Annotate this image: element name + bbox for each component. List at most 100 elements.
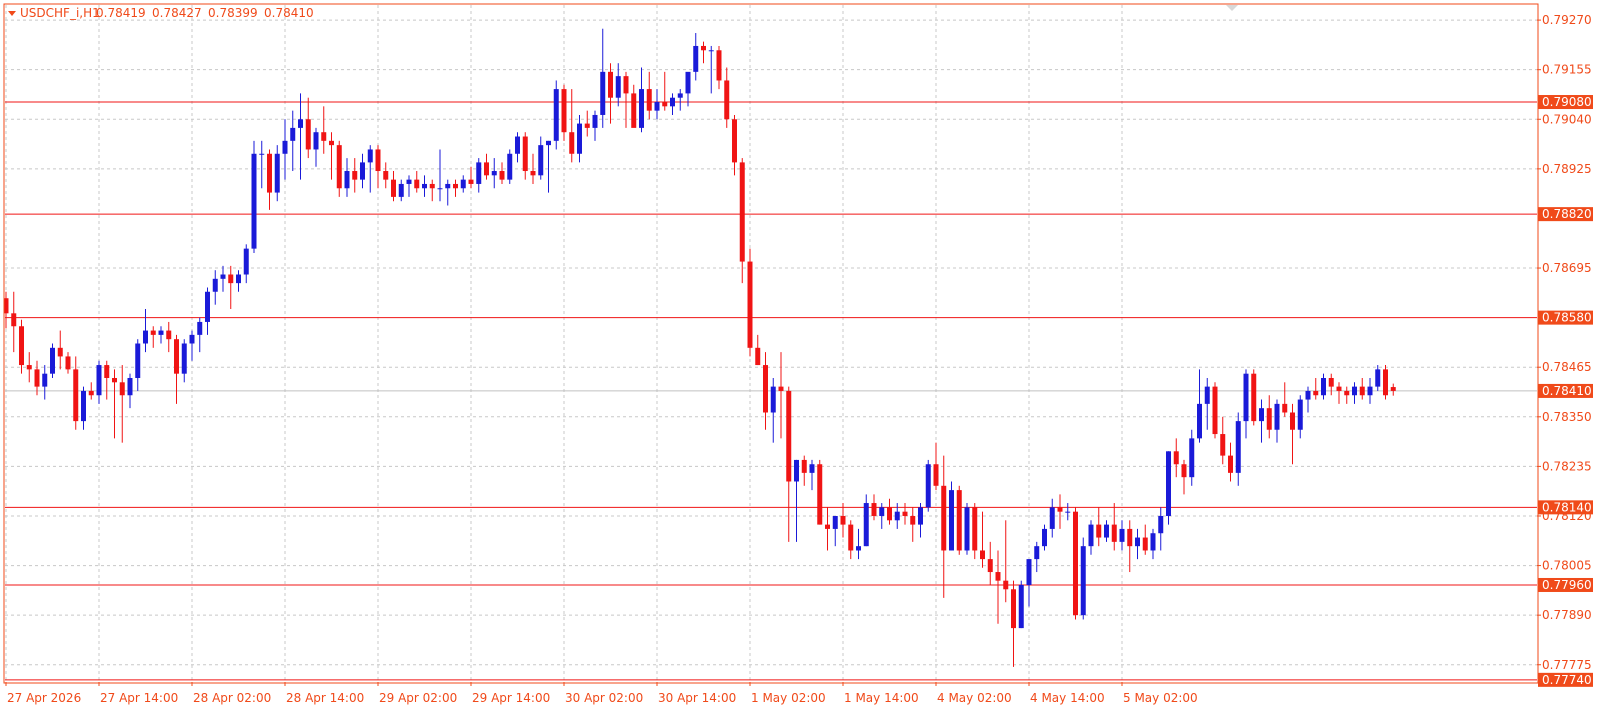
candle-body-bear: [321, 132, 327, 141]
candle-body-bear: [801, 459, 807, 473]
candle-body-bear: [1096, 524, 1102, 538]
candle-body-bear: [34, 369, 40, 387]
candle-body-bull: [1375, 369, 1381, 387]
candle-body-bear: [228, 274, 234, 284]
candle-body-bull: [1305, 390, 1311, 400]
candle-body-bear: [739, 162, 745, 262]
candle-body-bull: [1042, 528, 1047, 547]
candle-body-bear: [19, 326, 24, 366]
candle-body-bear: [522, 136, 528, 172]
time-tick-label: 4 May 14:00: [1030, 691, 1105, 705]
candle-body-bull: [476, 162, 482, 184]
candle-body-bear: [995, 572, 1001, 581]
candle-body-bull: [553, 89, 559, 141]
candle-body-bear: [646, 89, 652, 111]
level-price-tag: 0.79080: [1542, 95, 1592, 109]
level-price-tag: 0.78140: [1542, 500, 1592, 514]
candle-body-bear: [429, 183, 435, 189]
candle-body-bear: [88, 390, 94, 396]
ohlc-close: 0.78410: [264, 6, 314, 20]
candle-body-bear: [26, 365, 32, 370]
candle-body-bull: [127, 377, 133, 396]
candle-body-bear: [840, 515, 846, 525]
candle-body-bull: [274, 153, 280, 193]
candle-body-bear: [336, 145, 342, 189]
candle-body-bear: [65, 356, 71, 370]
time-tick-label: 27 Apr 14:00: [100, 691, 178, 705]
candle-body-bear: [11, 313, 17, 327]
candle-body-bull: [1150, 533, 1156, 551]
candle-body-bull: [398, 183, 404, 197]
candle-body-bull: [422, 183, 427, 189]
candle-body-bull: [42, 373, 48, 387]
candle-body-bull: [832, 515, 838, 529]
candle-body-bull: [577, 123, 582, 154]
candle-body-bull: [406, 179, 412, 184]
candle-body-bull: [1088, 524, 1094, 547]
candle-body-bear: [1228, 455, 1233, 473]
candle-body-bull: [615, 76, 621, 98]
level-price-tag: 0.77960: [1542, 578, 1592, 592]
time-tick-label: 1 May 14:00: [844, 691, 919, 705]
symbol-label: USDCHF_i,H1: [20, 6, 100, 20]
candle-body-bear: [941, 485, 947, 551]
price-chart[interactable]: 0.79270 0.79155 0.79040 0.78925 0.78695 0.784…: [0, 0, 1601, 713]
candle-body-bull: [367, 149, 373, 163]
ohlc-high: 0.78427: [152, 6, 202, 20]
candle-body-bull: [507, 153, 513, 180]
candle-body-bull: [856, 546, 861, 551]
candle-body-bull: [1274, 403, 1280, 430]
candle-body-bull: [1352, 386, 1357, 396]
candle-body-bull: [685, 71, 691, 94]
candle-body-bull: [344, 171, 350, 189]
chart-window[interactable]: 0.79270 0.79155 0.79040 0.78925 0.78695 0.784…: [0, 0, 1601, 713]
chart-background: [0, 0, 1601, 713]
candle-body-bull: [677, 93, 683, 98]
candle-body-bear: [755, 347, 761, 366]
candle-body-bear: [150, 330, 156, 335]
candle-body-bear: [1003, 580, 1009, 590]
candle-body-bull: [181, 343, 187, 374]
candle-body-bear: [956, 490, 962, 551]
candle-body-bull: [81, 390, 86, 422]
candle-body-bull: [158, 330, 164, 335]
candle-body-bear: [902, 511, 908, 516]
candle-body-bear: [1328, 377, 1334, 387]
candle-body-bear: [763, 365, 768, 413]
candle-body-bull: [445, 183, 451, 189]
candle-body-bull: [708, 50, 714, 52]
candle-body-bull: [639, 89, 644, 128]
candle-body-bull: [1135, 537, 1140, 547]
candle-body-bull: [460, 179, 466, 189]
candle-body-bull: [794, 459, 799, 482]
candle-body-bull: [143, 330, 148, 344]
price-tick-label: 0.78925: [1542, 162, 1592, 176]
candle-body-bear: [972, 507, 978, 551]
candle-body-bear: [1390, 387, 1396, 391]
candle-body-bull: [50, 347, 55, 374]
candle-body-bear: [1266, 408, 1272, 430]
level-price-tag: 0.77740: [1542, 673, 1592, 687]
candle-body-bear: [1127, 528, 1133, 547]
candle-body-bear: [499, 171, 505, 180]
time-tick-label: 30 Apr 14:00: [658, 691, 736, 705]
candle-body-bull: [863, 503, 869, 547]
candle-body-bull: [693, 45, 699, 72]
candle-body-bear: [112, 377, 117, 383]
price-tick-label: 0.77890: [1542, 608, 1592, 622]
candle-body-bull: [770, 386, 776, 413]
candle-body-bear: [1212, 386, 1218, 435]
candle-body-bull: [197, 321, 203, 335]
candle-body-bull: [1243, 373, 1249, 422]
candle-body-bull: [205, 291, 210, 322]
current-price-tag: 0.78410: [1542, 384, 1592, 398]
candle-body-bear: [267, 153, 272, 193]
candle-body-bull: [212, 278, 218, 292]
candle-body-bull: [1204, 386, 1210, 404]
ohlc-low: 0.78399: [208, 6, 258, 20]
candle-body-bear: [119, 382, 125, 396]
candle-body-bear: [716, 50, 722, 81]
candle-body-bear: [375, 149, 381, 172]
candle-body-bull: [251, 153, 257, 249]
candle-body-bear: [732, 119, 737, 163]
